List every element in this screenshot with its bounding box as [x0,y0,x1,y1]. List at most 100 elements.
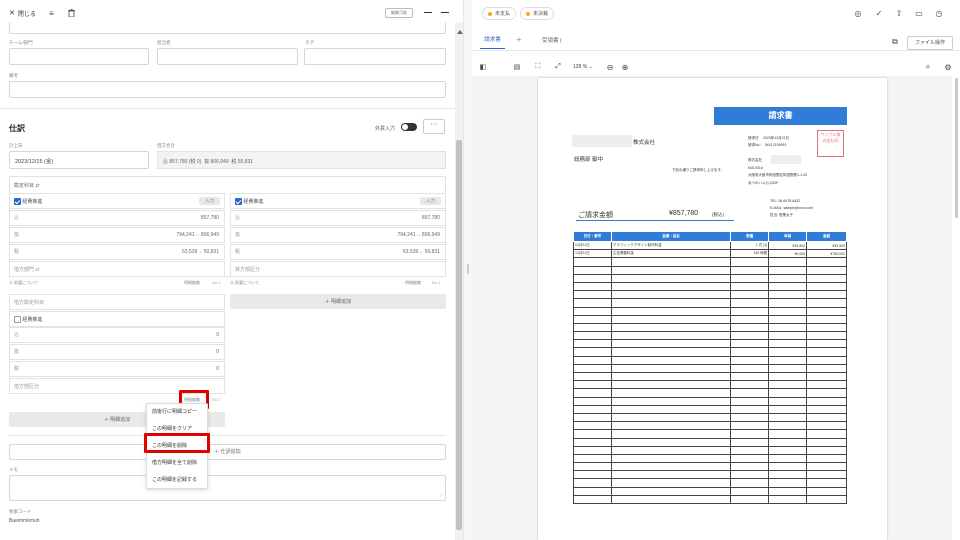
table-cell [806,445,847,455]
table-cell [730,478,770,488]
date-field[interactable]: 2023/12/15 (金) [9,151,149,169]
right-account-row[interactable]: 経費推進 入力 [230,193,446,209]
menu-icon[interactable]: ≡ [47,8,56,18]
user-icon[interactable]: ◎ [853,8,863,18]
check-icon[interactable]: ✓ [874,8,884,18]
second-amount-row[interactable]: 込0 [9,327,225,343]
memo-field[interactable]: ⟋ [9,475,446,501]
fit-icon[interactable]: ⛶ [533,62,543,72]
second-check-row[interactable]: 経費推進 [9,311,225,327]
file-ops-button[interactable]: ファイル操作 [907,36,953,50]
owner-label: 担当者 [157,40,171,45]
menu-item-record[interactable]: この明細を記録する [147,472,207,489]
right-memo[interactable]: ⓪ 前要について [230,280,259,286]
team-field[interactable] [9,48,149,65]
left-detail-edit[interactable]: 明細編集 [184,280,200,286]
table-row [573,306,847,316]
zoom-out-icon[interactable]: ⊖ [605,62,615,72]
page-icon[interactable]: ▤ [512,62,522,72]
left-tax-row[interactable]: 税 63,539→ 50,831 [9,244,225,260]
right-detail-edit[interactable]: 明細編集 [405,280,421,286]
left-memo[interactable]: ⓪ 前要について [9,280,38,286]
table-cell [730,355,770,365]
table-cell [806,363,847,374]
recipient-dept: 総務部 御中 [574,157,604,163]
table-cell [610,421,732,431]
settings-icon[interactable]: ⚙ [943,62,953,72]
tab-add[interactable]: ＋ [516,35,522,44]
status-unapproved-badge[interactable]: 未決裁 [520,7,555,20]
table-row [573,462,847,472]
invoice-page: 請求書 株式会社 総務部 御中 下記の通りご請求申し上げます。 請求日: 202… [538,78,887,540]
menu-item-delete-all[interactable]: 借方明細を全て削除 [147,455,207,472]
second-excl-row[interactable]: 抜0 [9,344,225,360]
table-row [573,437,847,447]
checkbox-unchecked-icon[interactable] [14,316,21,324]
zoom-select[interactable]: 128 % ⌄ [573,64,593,70]
table-cell [768,486,808,496]
expand-icon[interactable]: ⤢ [553,62,563,72]
invoice-title: 請求書 [714,107,847,125]
left-account-row[interactable]: 経費推進 入力 [9,193,225,209]
checkbox-checked-icon[interactable] [14,198,21,206]
right-tax-row[interactable]: 税 63,539→ 50,831 [230,244,446,260]
right-amount-row[interactable]: 込 857,780 [230,210,446,226]
table-cell [610,339,732,349]
left-input-button[interactable]: 入力 [199,197,220,205]
collapse-icon[interactable] [441,12,449,13]
minimize-icon[interactable] [424,12,432,13]
table-row [573,494,847,505]
close-button[interactable]: ✕ 閉じる [9,8,36,18]
resize-handle-icon[interactable]: ⟋ [439,493,443,499]
account-label: 勘定科目 ⇄ [14,183,40,189]
status-unpaid-badge[interactable]: 未支払 [482,7,517,20]
table-cell [610,306,732,316]
viewer-scrollbar-thumb[interactable] [955,78,958,218]
table-cell [806,486,847,496]
left-amount-row[interactable]: 込 857,780 [9,210,225,226]
external-link-icon[interactable]: ⧉ [890,37,900,47]
right-dept-row[interactable]: 貸方部区分 [230,261,446,277]
comment-icon[interactable]: ▭ [914,8,924,18]
table-cell [806,331,847,341]
second-tax-row[interactable]: 税0 [9,361,225,377]
table-cell [573,273,612,283]
table-cell [768,380,808,390]
trash-icon[interactable] [67,7,76,18]
add-journal-button[interactable]: ＋ 仕訳追加 [9,444,446,460]
owner-field[interactable] [157,48,298,65]
table-cell [610,314,732,324]
foreign-currency-toggle[interactable] [401,123,417,131]
table-cell [806,281,847,292]
tab-invoice[interactable]: 請求書 [480,35,505,49]
zoom-in-icon[interactable]: ⊕ [620,62,630,72]
share-icon[interactable]: ⇧ [894,8,904,18]
tab-receipt[interactable]: 受領書 ( [542,36,562,44]
more-options-button[interactable]: ··· [423,119,445,134]
sidebar-toggle-icon[interactable]: ◧ [478,62,488,72]
checkbox-checked-icon[interactable] [235,198,242,206]
left-dept-row[interactable]: 借方部門 ⇄ [9,261,225,277]
left-excl-row[interactable]: 抜 794,241→ 806,949 [9,227,225,243]
table-cell [768,404,808,414]
second-account-row[interactable]: 借方勘定科目 [9,294,225,310]
panel-splitter[interactable] [463,0,472,540]
table-cell [730,339,770,349]
left-scrollbar-thumb[interactable] [456,140,462,530]
table-cell: 1 式 [1] [730,240,770,251]
right-add-detail-button[interactable]: ＋ 明細追加 [230,294,446,309]
field-top-partial-left[interactable] [9,22,446,34]
table-cell [610,404,732,414]
search-icon[interactable]: ⌕ [923,62,933,72]
history-icon[interactable]: ◷ [934,8,944,18]
tag-field[interactable] [304,48,446,65]
right-input-button[interactable]: 入力 [420,197,441,205]
table-cell [768,388,808,398]
table-cell [610,486,732,496]
table-cell [730,412,770,423]
table-cell [610,437,732,447]
menu-item-copy[interactable]: 前後行に明細コピー [147,404,207,421]
note-field[interactable] [9,81,446,98]
right-excl-row[interactable]: 抜 794,241→ 806,949 [230,227,446,243]
table-row [573,347,847,357]
